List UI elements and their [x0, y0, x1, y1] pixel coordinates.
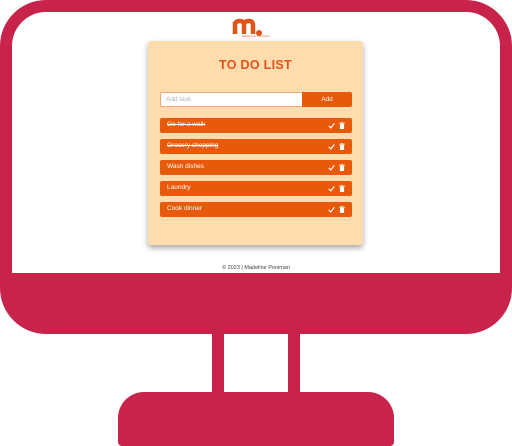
brand-logo[interactable]: Madeline Poniman	[232, 12, 292, 44]
monitor-neck-right	[288, 333, 300, 394]
task-label: Wash dishes	[167, 163, 204, 170]
task-label: Grocery shopping	[167, 142, 219, 149]
trash-icon[interactable]	[339, 164, 345, 171]
logo-mark	[232, 18, 262, 36]
check-icon[interactable]	[328, 164, 335, 171]
trash-icon[interactable]	[339, 185, 345, 192]
check-icon[interactable]	[328, 185, 335, 192]
task-label: Laundry	[167, 184, 191, 191]
check-icon[interactable]	[328, 206, 335, 213]
task-item: Wash dishes	[160, 160, 352, 175]
check-icon[interactable]	[328, 122, 335, 129]
task-label: Go for a walk	[167, 121, 206, 128]
monitor-frame: Madeline Poniman TO DO LIST Add Go for a…	[0, 0, 512, 334]
task-item: Grocery shopping	[160, 139, 352, 154]
task-item: Cook dinner	[160, 202, 352, 217]
task-input[interactable]	[160, 92, 302, 107]
check-icon[interactable]	[328, 143, 335, 150]
footer-copyright: © 2023 | Madeline Poniman	[222, 265, 290, 271]
add-button[interactable]: Add	[302, 92, 352, 107]
page-title: TO DO LIST	[219, 58, 292, 72]
task-item: Laundry	[160, 181, 352, 196]
monitor-neck-left	[212, 333, 224, 394]
task-item: Go for a walk	[160, 118, 352, 133]
todo-card: TO DO LIST Add Go for a walk	[148, 41, 363, 245]
task-list: Go for a walk Grocery shopping Wash dish…	[160, 118, 352, 223]
add-task-form: Add	[160, 92, 352, 107]
monitor-screen: Madeline Poniman TO DO LIST Add Go for a…	[12, 12, 500, 273]
monitor-base	[118, 392, 394, 446]
trash-icon[interactable]	[339, 206, 345, 213]
desktop-monitor-illustration: Madeline Poniman TO DO LIST Add Go for a…	[0, 0, 512, 446]
trash-icon[interactable]	[339, 122, 345, 129]
logo-tagline: Madeline Poniman	[242, 34, 271, 38]
trash-icon[interactable]	[339, 143, 345, 150]
task-label: Cook dinner	[167, 205, 203, 212]
